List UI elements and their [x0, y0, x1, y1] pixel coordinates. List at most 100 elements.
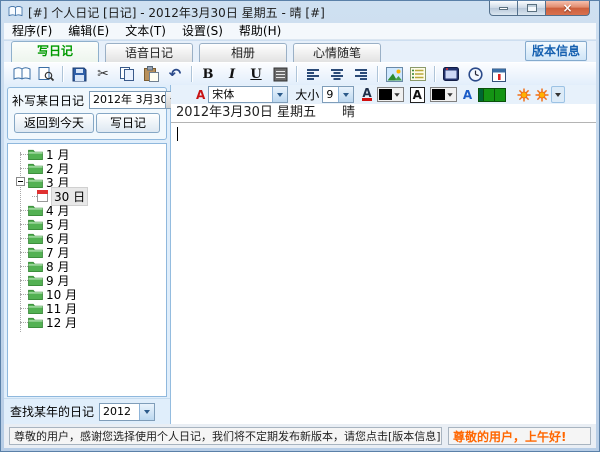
highlight-color-icon[interactable]: A	[409, 86, 425, 103]
menu-text[interactable]: 文本(T)	[117, 23, 174, 39]
close-button[interactable]: ×	[545, 1, 590, 16]
tree-item-month-7[interactable]: 7 月	[8, 245, 166, 260]
toolbar-separator	[296, 66, 297, 82]
diary-text-area[interactable]	[171, 123, 596, 424]
background-color-swatch[interactable]	[478, 87, 507, 102]
tree-item-month-8[interactable]: 8 月	[8, 259, 166, 274]
copy-icon[interactable]	[116, 64, 138, 84]
tab-photo-album[interactable]: 相册	[199, 43, 287, 62]
tab-voice-diary[interactable]: 语音日记	[105, 43, 193, 62]
diary-date-line: 2012年3月30日 星期五 晴	[171, 104, 596, 123]
diary-editor: A 宋体 大小 9 A A A 2012年3月30日 星期五 晴	[171, 85, 596, 424]
tab-bar: 写日记 语音日记 相册 心情随笔 版本信息	[4, 41, 596, 62]
folder-icon	[28, 163, 43, 174]
italic-icon[interactable]: I	[221, 64, 243, 84]
calendar-icon[interactable]	[488, 64, 510, 84]
chevron-down-icon[interactable]	[272, 87, 288, 102]
maximize-icon	[526, 4, 537, 12]
write-diary-button[interactable]: 写日记	[96, 113, 160, 133]
weather-dropdown[interactable]	[551, 86, 566, 103]
chevron-down-icon[interactable]	[338, 87, 354, 102]
text-cursor	[177, 127, 178, 141]
tab-mood-essay[interactable]: 心情随笔	[293, 43, 381, 62]
tree-item-month-4[interactable]: 4 月	[8, 203, 166, 218]
maximize-button[interactable]	[518, 1, 545, 16]
tree-item-month-6[interactable]: 6 月	[8, 231, 166, 246]
chevron-down-icon[interactable]	[139, 403, 155, 420]
app-icon	[8, 3, 23, 22]
version-info-button[interactable]: 版本信息	[525, 41, 587, 61]
insert-image-icon[interactable]	[383, 64, 405, 84]
menu-program[interactable]: 程序(F)	[4, 23, 60, 39]
art-text-icon[interactable]: A	[463, 88, 472, 102]
font-size-combo[interactable]: 9	[322, 86, 355, 103]
folder-icon	[28, 219, 43, 230]
tree-item-month-11[interactable]: 11 月	[8, 301, 166, 316]
backfill-date-value: 2012年 3月30日	[93, 93, 165, 106]
menu-edit[interactable]: 编辑(E)	[60, 23, 117, 39]
tree-item-month-10[interactable]: 10 月	[8, 287, 166, 302]
insert-table-icon[interactable]	[407, 64, 429, 84]
tree-item-month-1[interactable]: 1 月	[8, 147, 166, 162]
folder-icon	[28, 149, 43, 160]
main-toolbar: ✂ ↶ B I U	[4, 62, 596, 85]
status-message: 尊敬的用户，感谢您选择使用个人日记，我们将不定期发布新版本，请您点击[版本信息]…	[9, 427, 442, 445]
highlight-color-swatch[interactable]	[429, 87, 457, 102]
tree-item-month-12[interactable]: 12 月	[8, 315, 166, 330]
chevron-down-icon	[555, 92, 562, 97]
content-area: 补写某日日记 2012年 3月30日 返回到今天 写日记 1 月 2 月 3 月…	[4, 85, 596, 424]
diary-page-icon	[37, 190, 48, 202]
weather-sun-icon[interactable]	[515, 86, 533, 103]
year-combo-value: 2012	[103, 404, 132, 418]
align-left-icon[interactable]	[302, 64, 324, 84]
folder-icon	[28, 247, 43, 258]
folder-icon	[28, 317, 43, 328]
align-center-icon[interactable]	[326, 64, 348, 84]
paste-icon[interactable]	[140, 64, 162, 84]
toolbar-separator	[62, 66, 63, 82]
window-title: [#] 个人日记 [日记] - 2012年3月30日 星期五 - 晴 [#]	[28, 5, 325, 20]
font-family-combo[interactable]: 宋体	[208, 86, 289, 103]
menu-help[interactable]: 帮助(H)	[231, 23, 289, 39]
year-search-label: 查找某年的日记	[10, 405, 95, 419]
align-right-icon[interactable]	[350, 64, 372, 84]
tree-item-month-2[interactable]: 2 月	[8, 161, 166, 176]
tree-item-month-5[interactable]: 5 月	[8, 217, 166, 232]
folder-icon	[28, 289, 43, 300]
underline-icon[interactable]: U	[245, 64, 267, 84]
minimize-button[interactable]	[489, 1, 518, 16]
back-to-today-button[interactable]: 返回到今天	[14, 113, 94, 133]
minimize-icon	[499, 6, 508, 10]
backfill-label: 补写某日日记	[12, 93, 85, 108]
color-swatch-black	[378, 89, 392, 100]
collapse-icon[interactable]	[16, 177, 25, 186]
font-color-icon[interactable]: A	[362, 87, 372, 101]
tree-item-day-30[interactable]: 30 日	[8, 186, 166, 206]
folder-icon	[28, 261, 43, 272]
year-search-panel: 查找某年的日记 2012	[4, 398, 170, 424]
font-family-value: 宋体	[212, 88, 235, 101]
bold-icon[interactable]: B	[197, 64, 219, 84]
folder-icon	[28, 303, 43, 314]
weather-sun-icon[interactable]	[533, 86, 551, 103]
year-combo[interactable]: 2012	[99, 402, 156, 421]
align-justify-icon[interactable]	[269, 64, 291, 84]
clock-icon[interactable]	[464, 64, 486, 84]
backfill-date-combo[interactable]: 2012年 3月30日	[89, 91, 182, 109]
undo-icon[interactable]: ↶	[164, 64, 186, 84]
toolbar-separator	[434, 66, 435, 82]
titlebar[interactable]: [#] 个人日记 [日记] - 2012年3月30日 星期五 - 晴 [#] ×	[1, 1, 599, 23]
font-color-swatch[interactable]	[376, 87, 404, 102]
preview-icon[interactable]	[35, 64, 57, 84]
cut-icon[interactable]: ✂	[92, 64, 114, 84]
tab-write-diary[interactable]: 写日记	[11, 41, 99, 62]
tree-item-month-9[interactable]: 9 月	[8, 273, 166, 288]
folder-icon	[28, 205, 43, 216]
save-icon[interactable]	[68, 64, 90, 84]
open-book-icon[interactable]	[11, 64, 33, 84]
font-size-label: 大小	[295, 88, 320, 102]
media-window-icon[interactable]	[440, 64, 462, 84]
chevron-down-icon	[447, 92, 453, 97]
font-dialog-icon[interactable]: A	[196, 88, 205, 102]
menu-settings[interactable]: 设置(S)	[174, 23, 231, 39]
